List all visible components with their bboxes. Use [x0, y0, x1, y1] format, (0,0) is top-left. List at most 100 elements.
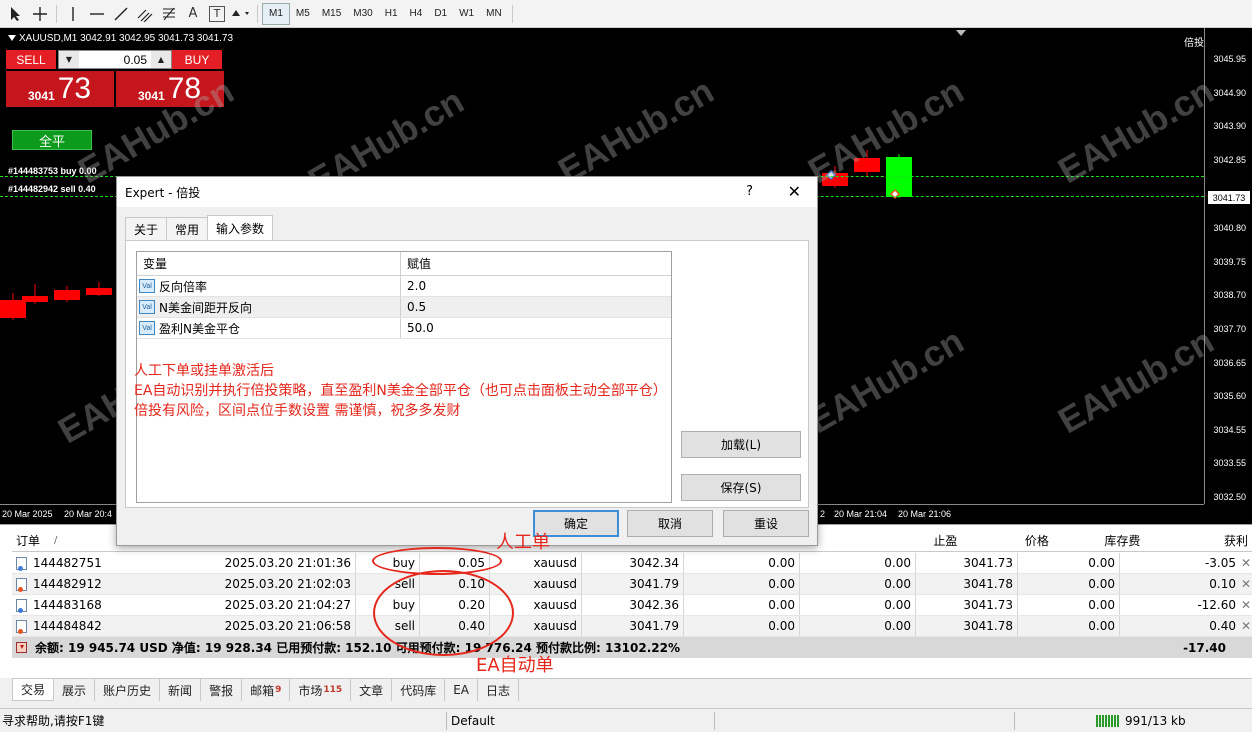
col-price[interactable]: 价格: [961, 530, 1053, 551]
terminal-tab[interactable]: 邮箱 9: [242, 679, 291, 701]
toolbar-separator: [56, 4, 57, 23]
cursor-icon[interactable]: [4, 3, 28, 25]
connection-bars-icon: [1096, 714, 1120, 727]
timeframe-w1[interactable]: W1: [453, 3, 480, 25]
order-profit: -12.60: [1197, 598, 1236, 612]
text-icon[interactable]: A: [181, 3, 205, 25]
order-id: 144483168: [33, 598, 102, 612]
order-id: 144482751: [33, 556, 102, 570]
col-order-label: 订单: [16, 534, 41, 548]
param-row[interactable]: Val N美金间距开反向 0.5: [137, 297, 671, 318]
tab-common[interactable]: 常用: [166, 217, 209, 241]
price-tick: 3033.55: [1213, 458, 1246, 468]
param-row[interactable]: Val 反向倍率 2.0: [137, 276, 671, 297]
fibonacci-icon[interactable]: [157, 3, 181, 25]
sell-button[interactable]: SELL: [6, 50, 56, 69]
lot-increase-icon[interactable]: ▲: [151, 51, 171, 68]
timeframe-m15[interactable]: M15: [316, 3, 347, 25]
order-tp: 0.00: [800, 616, 916, 636]
buy-button[interactable]: BUY: [172, 50, 222, 69]
status-traffic: 991/13 kb: [1096, 712, 1186, 730]
order-price: 3041.73: [916, 553, 1018, 573]
sell-quote[interactable]: 3041 73: [6, 71, 114, 107]
timeframe-m1[interactable]: M1: [262, 2, 290, 25]
close-order-icon[interactable]: ✕: [1240, 574, 1252, 594]
param-row[interactable]: Val 盈利N美金平仓 50.0: [137, 318, 671, 339]
terminal-tab[interactable]: EA: [445, 679, 478, 701]
terminal-tab-label: 新闻: [168, 683, 193, 698]
terminal-tab[interactable]: 新闻: [160, 679, 202, 701]
table-row[interactable]: 144484842 2025.03.20 21:06:58 sell 0.40 xauu…: [12, 616, 1252, 637]
total-profit: -17.40: [1183, 640, 1226, 655]
help-icon[interactable]: ?: [746, 184, 753, 199]
order-tp: 0.00: [800, 553, 916, 573]
dialog-titlebar[interactable]: Expert - 倍投 ? ✕: [117, 177, 817, 207]
candle-body: [22, 296, 48, 302]
load-button[interactable]: 加载(L): [681, 431, 801, 458]
fibonacci-channel-icon[interactable]: [133, 3, 157, 25]
timeframe-d1[interactable]: D1: [428, 3, 453, 25]
price-tick: 3045.95: [1213, 54, 1246, 64]
terminal-tab-badge: 115: [323, 685, 343, 695]
status-profile[interactable]: Default: [446, 711, 495, 730]
tab-inputs[interactable]: 输入参数: [207, 215, 274, 241]
status-help: 寻求帮助,请按F1键: [2, 714, 105, 728]
col-tp[interactable]: 止盈: [857, 530, 961, 551]
terminal-tab[interactable]: 账户历史: [95, 679, 161, 701]
traffic-value: 991/13 kb: [1125, 713, 1186, 728]
vertical-line-icon[interactable]: [61, 3, 85, 25]
trendline-icon[interactable]: [109, 3, 133, 25]
timeframe-m30[interactable]: M30: [347, 3, 378, 25]
cancel-button[interactable]: 取消: [627, 510, 713, 537]
close-order-icon[interactable]: ✕: [1240, 553, 1252, 573]
terminal-tab[interactable]: 文章: [351, 679, 393, 701]
lot-decrease-icon[interactable]: ▼: [59, 51, 79, 68]
table-row[interactable]: 144482912 2025.03.20 21:02:03 sell 0.10 xauu…: [12, 574, 1252, 595]
order-price: 3041.78: [916, 574, 1018, 594]
param-value[interactable]: 2.0: [401, 276, 671, 296]
lot-size-input[interactable]: 0.05: [79, 53, 151, 67]
terminal-tab[interactable]: 日志: [478, 679, 520, 701]
variable-icon: Val: [139, 321, 155, 335]
sell-quote-pips: 73: [57, 72, 92, 105]
col-swap[interactable]: 库存费: [1053, 530, 1145, 551]
terminal-tab[interactable]: 交易: [12, 679, 55, 701]
close-all-button[interactable]: 全平: [12, 130, 92, 150]
sell-order-label: #144482942 sell 0.40: [8, 184, 96, 194]
close-order-icon[interactable]: ✕: [1240, 616, 1252, 636]
order-time: 2025.03.20 21:06:58: [144, 616, 356, 636]
buy-order-icon: [16, 556, 27, 571]
note-line: 倍投有风险，区间点位手数设置 需谨慎，祝多多发财: [134, 403, 461, 419]
timeframe-h1[interactable]: H1: [379, 3, 404, 25]
ea-order-highlight: [373, 570, 514, 656]
order-sl: 0.00: [684, 595, 800, 615]
timeframe-h4[interactable]: H4: [404, 3, 429, 25]
text-label-icon[interactable]: T: [209, 5, 225, 22]
lot-size-stepper[interactable]: ▼ 0.05 ▲: [58, 50, 172, 69]
param-value[interactable]: 0.5: [401, 297, 671, 317]
save-button[interactable]: 保存(S): [681, 474, 801, 501]
col-profit[interactable]: 获利: [1144, 530, 1252, 551]
close-icon[interactable]: ✕: [788, 182, 801, 201]
terminal-tab[interactable]: 警报: [201, 679, 243, 701]
table-row[interactable]: 144483168 2025.03.20 21:04:27 buy 0.20 xauus…: [12, 595, 1252, 616]
order-time: 2025.03.20 21:02:03: [144, 574, 356, 594]
arrows-icon[interactable]: [229, 3, 253, 25]
timeframe-mn[interactable]: MN: [480, 3, 508, 25]
horizontal-line-icon[interactable]: [85, 3, 109, 25]
crosshair-icon[interactable]: [28, 3, 52, 25]
col-order[interactable]: 订单 /: [12, 530, 130, 551]
timeframe-m5[interactable]: M5: [290, 3, 316, 25]
order-swap: 0.00: [1018, 574, 1120, 594]
reset-button[interactable]: 重设: [723, 510, 809, 537]
close-order-icon[interactable]: ✕: [1240, 595, 1252, 615]
tab-about[interactable]: 关于: [125, 217, 168, 241]
terminal-tab[interactable]: 市场 115: [290, 679, 352, 701]
buy-quote[interactable]: 3041 78: [116, 71, 224, 107]
param-value[interactable]: 50.0: [401, 318, 671, 338]
terminal-tab[interactable]: 展示: [54, 679, 96, 701]
terminal-tab[interactable]: 代码库: [392, 679, 446, 701]
price-tick: 3043.90: [1213, 121, 1246, 131]
table-row[interactable]: 144482751 2025.03.20 21:01:36 buy 0.05 xauus…: [12, 553, 1252, 574]
order-symbol: xauusd: [490, 553, 582, 573]
